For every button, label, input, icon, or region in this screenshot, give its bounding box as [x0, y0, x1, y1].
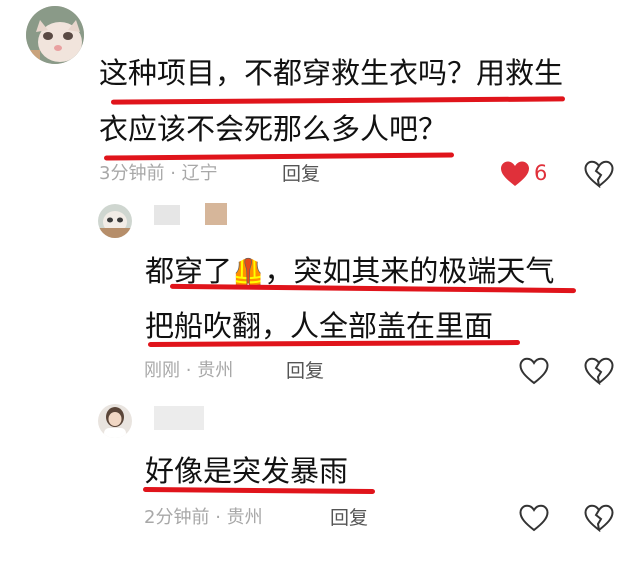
comment-1-underline-2	[103, 152, 455, 161]
comment-2-text-part-b: ，突如其来的极端天气	[264, 254, 555, 288]
avatar-reply-1[interactable]	[98, 204, 132, 238]
safety-vest-icon: 🦺	[232, 258, 265, 288]
comment-1-time: 3分钟前	[99, 163, 165, 184]
comment-1-text-line-2: 衣应该不会死那么多人吧？	[99, 112, 448, 146]
heart-icon[interactable]	[519, 357, 549, 385]
comment-2-underline-2	[147, 340, 521, 347]
comment-1-like-count: 6	[534, 161, 548, 185]
comment-2-time: 刚刚	[144, 360, 180, 381]
username-masked	[154, 205, 180, 225]
comment-3-time: 2分钟前	[144, 507, 210, 528]
comment-2-text-line-2: 把船吹翻，人全部盖在里面	[145, 309, 494, 343]
comment-2-meta: 刚刚 · 贵州	[144, 360, 233, 382]
heart-icon[interactable]	[519, 504, 549, 532]
comment-2-text-part-a: 都穿了	[145, 254, 233, 288]
comment-1-text-line-1: 这种项目，不都穿救生衣吗？用救生	[99, 56, 564, 90]
comment-3-underline-1	[142, 486, 376, 495]
comment-1-underline-1	[110, 96, 566, 105]
comment-2-location: 贵州	[197, 360, 234, 381]
comment-1-meta: 3分钟前 · 辽宁	[99, 163, 218, 185]
broken-heart-icon[interactable]	[584, 357, 614, 385]
username-masked	[154, 406, 204, 430]
comment-1-reply-button[interactable]: 回复	[282, 163, 320, 185]
comment-2-reply-button[interactable]: 回复	[286, 360, 324, 382]
avatar-reply-2[interactable]	[98, 404, 132, 438]
comment-1-location: 辽宁	[181, 163, 218, 184]
comment-3-reply-button[interactable]: 回复	[330, 507, 368, 529]
comment-3-location: 贵州	[226, 507, 263, 528]
meta-separator: ·	[170, 163, 176, 184]
comment-3-text-line-1: 好像是突发暴雨	[145, 454, 349, 488]
avatar-cat[interactable]	[26, 6, 84, 64]
comment-3-meta: 2分钟前 · 贵州	[144, 507, 263, 529]
heart-icon[interactable]	[500, 160, 530, 188]
broken-heart-icon[interactable]	[584, 160, 614, 188]
username-masked-badge	[205, 203, 227, 225]
meta-separator: ·	[215, 507, 221, 528]
broken-heart-icon[interactable]	[584, 504, 614, 532]
meta-separator: ·	[185, 360, 192, 381]
comment-2-text-line-1: 都穿了🦺，突如其来的极端天气	[145, 256, 554, 288]
